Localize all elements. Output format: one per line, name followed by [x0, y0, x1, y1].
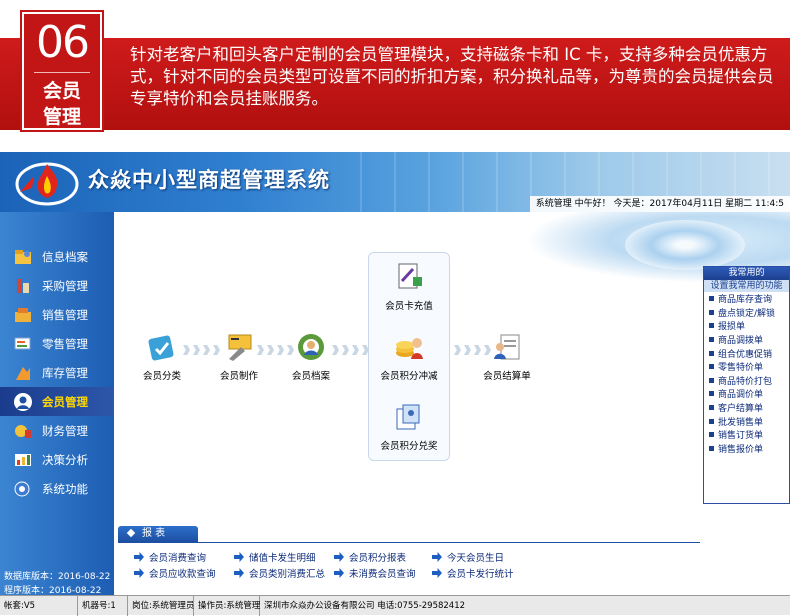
report-panel: 报 表 会员消费查询 储值卡发生明细 会员积分报表 今天会员生日 会员应收款查询… [118, 526, 700, 586]
status-operator: 操作员:系统管理 [194, 595, 260, 616]
favorites-item[interactable]: 商品调拨单 [704, 333, 789, 347]
app-title: 众焱中小型商超管理系统 [88, 168, 330, 192]
report-link[interactable]: 会员应收款查询 [134, 566, 216, 580]
favorites-panel: 我常用的 设置我常用的功能 商品库存查询 盘点锁定/解锁 报损单 商品调拨单 组… [703, 266, 790, 504]
card-recharge-button[interactable]: 会员卡充值 [364, 260, 454, 312]
status-machine: 机器号:1 [78, 595, 128, 616]
favorites-item[interactable]: 零售特价单 [704, 360, 789, 374]
status-post: 岗位:系统管理员 [128, 595, 194, 616]
status-account: 帐套:V5 [0, 595, 78, 616]
favorites-item[interactable]: 销售报价单 [704, 442, 789, 456]
section-badge: 06 会员 管理 [20, 10, 104, 132]
analysis-icon [12, 450, 34, 470]
report-link[interactable]: 会员积分报表 [334, 550, 406, 564]
promo-banner: 06 会员 管理 针对老客户和回头客户定制的会员管理模块，支持磁条卡和 IC 卡… [0, 0, 790, 152]
report-link[interactable]: 储值卡发生明细 [234, 550, 316, 564]
points-redeem-button[interactable]: 会员积分兑奖 [364, 400, 454, 452]
favorites-item[interactable]: 商品库存查询 [704, 292, 789, 306]
finance-icon [12, 421, 34, 441]
badge-number: 06 [36, 17, 90, 68]
sidebar-item-label: 会员管理 [42, 394, 88, 409]
app-logo-icon [15, 162, 79, 206]
favorites-setup-link[interactable]: 设置我常用的功能 [704, 280, 789, 292]
sidebar-item-label: 系统功能 [42, 481, 88, 496]
report-link[interactable]: 未消费会员查询 [334, 566, 416, 580]
report-link[interactable]: 会员消费查询 [134, 550, 206, 564]
sales-icon [12, 305, 34, 325]
status-company: 深圳市众焱办公设备有限公司 电话:0755-29582412 [264, 600, 466, 611]
points-offset-icon [391, 330, 427, 364]
sidebar-item-label: 财务管理 [42, 423, 88, 438]
report-tab[interactable]: 报 表 [118, 526, 198, 542]
db-version: 数据库版本：2016-08-22 [4, 572, 111, 582]
sidebar-item-label: 采购管理 [42, 278, 88, 293]
points-redeem-label: 会员积分兑奖 [380, 441, 438, 452]
system-icon [12, 479, 34, 499]
sidebar-item-inventory[interactable]: 库存管理 [0, 358, 114, 387]
sidebar-item-archive[interactable]: 信息档案 [0, 242, 114, 271]
member-archive-button[interactable]: 会员档案 [266, 330, 356, 382]
member-icon [14, 392, 32, 411]
points-offset-label: 会员积分冲减 [380, 371, 438, 382]
sidebar-item-retail[interactable]: 零售管理 [0, 329, 114, 358]
favorites-item[interactable]: 组合优惠促销 [704, 346, 789, 360]
member-checkout-button[interactable]: 会员结算单 [462, 330, 552, 382]
purchase-icon [12, 276, 34, 296]
app-header: 众焱中小型商超管理系统 系统管理 中午好！ 今天是：2017年04月11日 星期… [0, 152, 790, 212]
status-bar: 帐套:V5 机器号:1 岗位:系统管理员 操作员:系统管理 深圳市众焱办公设备有… [0, 595, 790, 616]
banner-description: 针对老客户和回头客户定制的会员管理模块，支持磁条卡和 IC 卡，支持多种会员优惠… [130, 45, 774, 108]
app-window: 众焱中小型商超管理系统 系统管理 中午好！ 今天是：2017年04月11日 星期… [0, 152, 790, 616]
retail-icon [12, 334, 34, 354]
member-checkout-icon [489, 330, 525, 364]
favorites-item[interactable]: 商品特价打包 [704, 374, 789, 388]
sidebar-item-system[interactable]: 系统功能 [0, 474, 114, 503]
member-archive-icon [293, 330, 329, 364]
favorites-header: 我常用的 [704, 267, 789, 280]
sidebar-item-analysis[interactable]: 决策分析 [0, 445, 114, 474]
badge-divider [34, 72, 90, 73]
archive-icon [12, 247, 34, 267]
sidebar-item-label: 销售管理 [42, 307, 88, 322]
report-link[interactable]: 会员卡发行统计 [432, 566, 514, 580]
member-archive-label: 会员档案 [291, 371, 330, 382]
points-redeem-icon [391, 400, 427, 434]
card-recharge-icon [391, 260, 427, 294]
member-checkout-label: 会员结算单 [483, 371, 531, 382]
member-category-icon [144, 330, 180, 364]
sidebar-item-purchase[interactable]: 采购管理 [0, 271, 114, 300]
disc-decoration [625, 220, 745, 270]
greeting-status: 系统管理 中午好！ 今天是：2017年04月11日 星期二 11:4:5 [529, 196, 790, 212]
sidebar: 信息档案 采购管理 销售管理 零售管理 库存管理 会员管理 财务管理 决策分析 … [0, 212, 114, 596]
sidebar-item-member[interactable]: 会员管理 [0, 387, 114, 416]
sidebar-item-label: 信息档案 [42, 249, 88, 264]
report-link[interactable]: 今天会员生日 [432, 550, 504, 564]
card-recharge-label: 会员卡充值 [385, 301, 433, 312]
badge-title-line2: 管理 [42, 106, 81, 128]
favorites-item[interactable]: 报损单 [704, 319, 789, 333]
inventory-icon [12, 363, 34, 383]
sidebar-item-finance[interactable]: 财务管理 [0, 416, 114, 445]
favorites-item[interactable]: 销售订货单 [704, 428, 789, 442]
sidebar-item-label: 库存管理 [42, 365, 88, 380]
report-link[interactable]: 会员类别消费汇总 [234, 566, 325, 580]
sidebar-item-sales[interactable]: 销售管理 [0, 300, 114, 329]
sidebar-item-label: 决策分析 [42, 452, 88, 467]
points-offset-button[interactable]: 会员积分冲减 [364, 330, 454, 382]
favorites-item[interactable]: 盘点锁定/解锁 [704, 306, 789, 320]
sidebar-item-label: 零售管理 [42, 336, 88, 351]
sidebar-menu: 信息档案 采购管理 销售管理 零售管理 库存管理 会员管理 财务管理 决策分析 … [0, 242, 114, 503]
favorites-item[interactable]: 批发销售单 [704, 414, 789, 428]
favorites-item[interactable]: 商品调价单 [704, 387, 789, 401]
card-make-icon [221, 330, 257, 364]
favorites-item[interactable]: 客户结算单 [704, 401, 789, 415]
report-divider [118, 542, 700, 543]
badge-title-line1: 会员 [42, 80, 81, 102]
